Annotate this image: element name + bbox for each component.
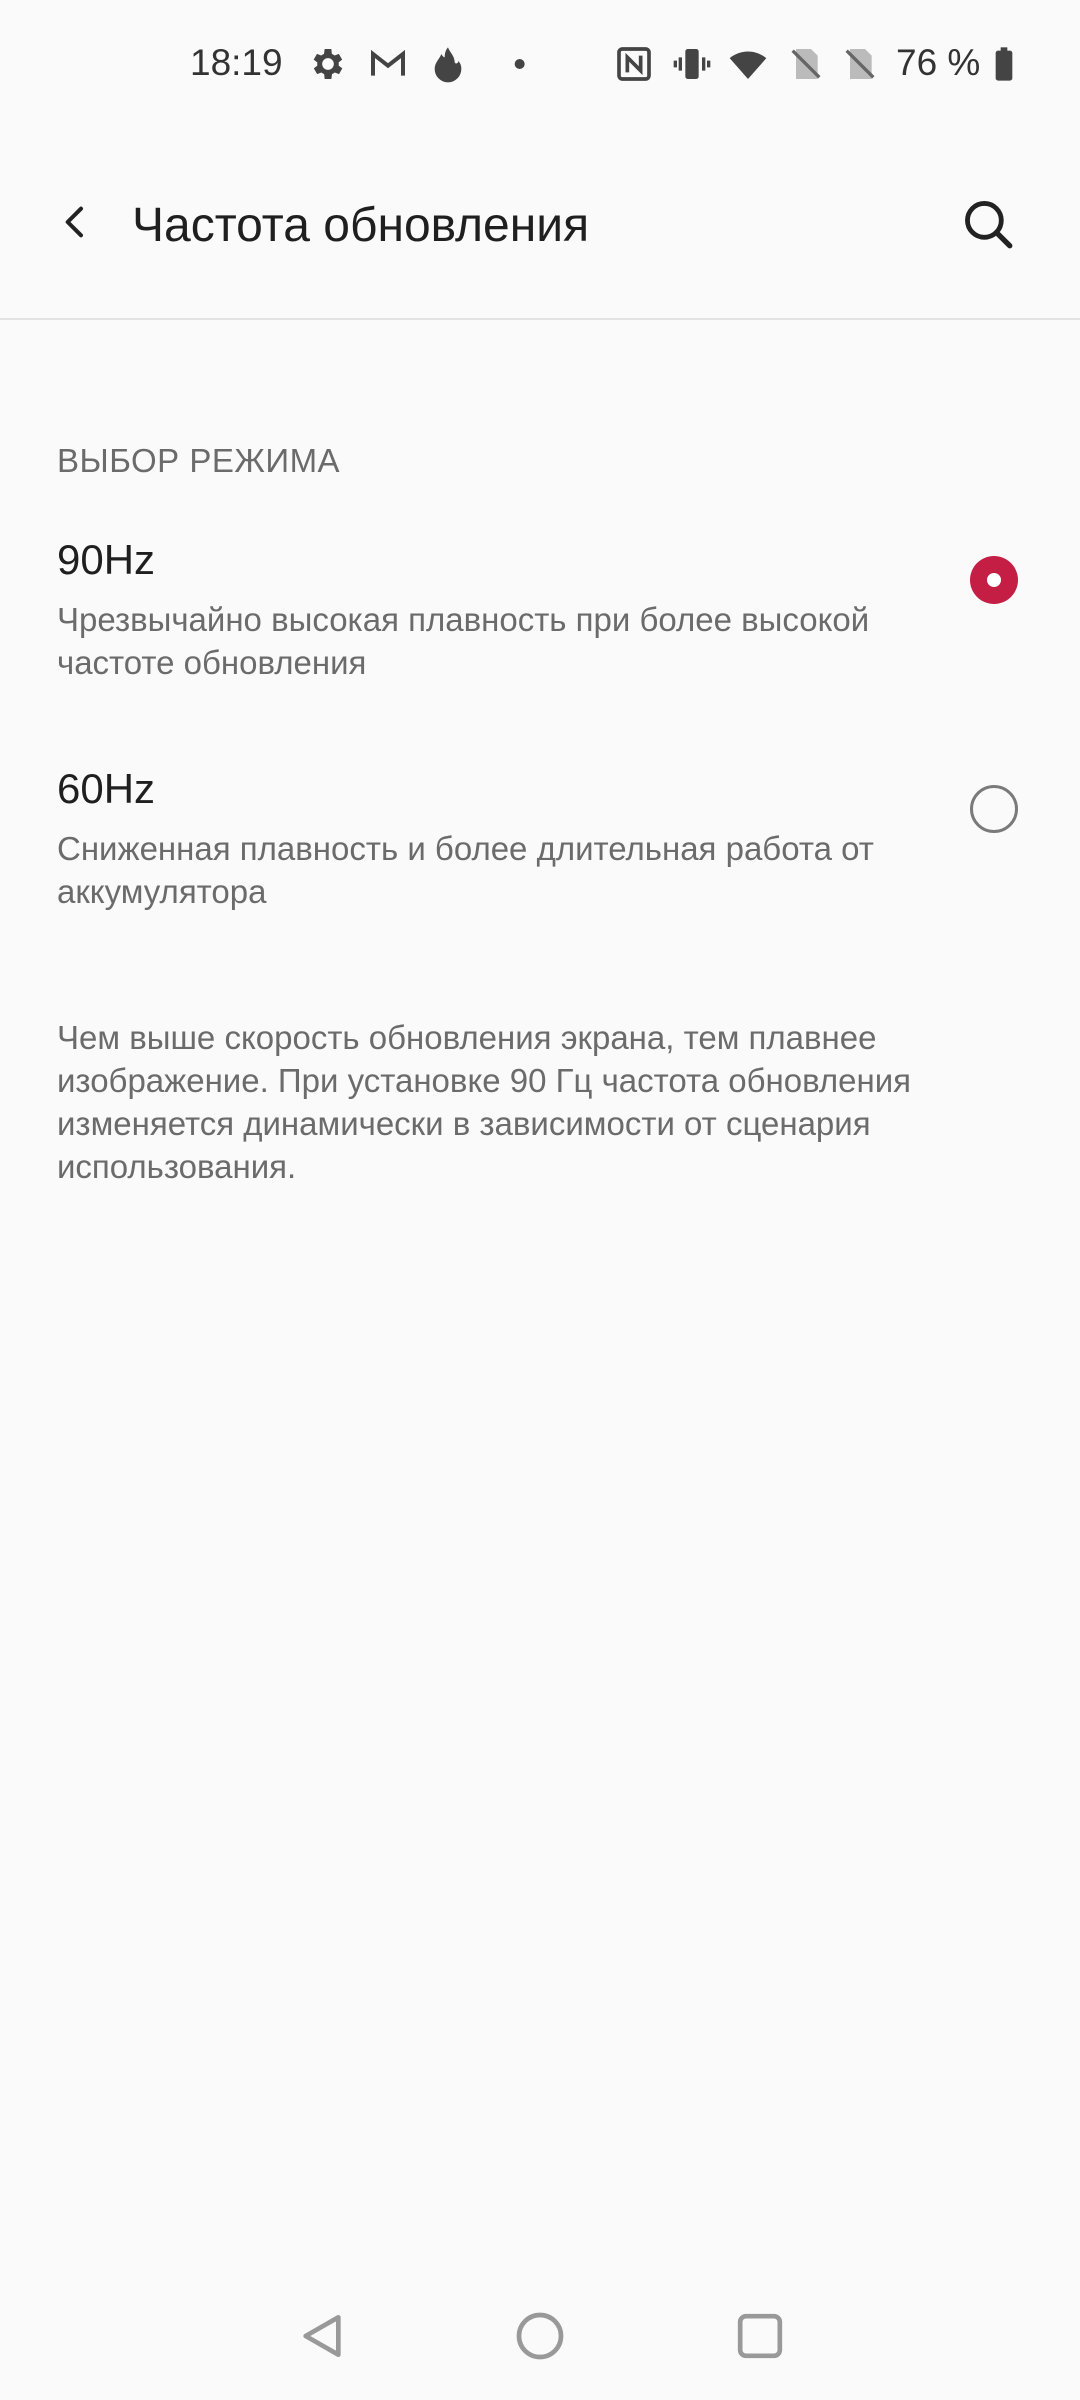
- search-button[interactable]: [948, 184, 1028, 264]
- back-button[interactable]: [40, 186, 112, 258]
- battery-icon: [995, 47, 1013, 81]
- option-60hz[interactable]: 60Hz Сниженная плавность и более длитель…: [0, 765, 1080, 935]
- footer-note: Чем выше скорость обновления экрана, тем…: [57, 1019, 912, 1185]
- radio-60hz[interactable]: [970, 785, 1018, 833]
- page-title: Частота обновления: [132, 199, 590, 252]
- option-title: 60Hz: [57, 765, 156, 812]
- no-sim-icon: [791, 49, 821, 79]
- navigation-bar: [0, 2270, 1080, 2400]
- fire-icon: [434, 47, 462, 83]
- wifi-icon: [729, 51, 767, 79]
- radio-90hz[interactable]: [970, 556, 1018, 604]
- app-bar: Частота обновления: [0, 128, 1080, 320]
- gmail-icon: [371, 49, 405, 76]
- status-bar: 18:19 76 %: [0, 0, 1080, 128]
- option-90hz[interactable]: 90Hz Чрезвычайно высокая плавность при б…: [0, 536, 1080, 706]
- status-time: 18:19: [190, 42, 283, 83]
- vibrate-icon: [673, 49, 711, 79]
- back-arrow-icon: [65, 206, 83, 238]
- search-icon: [965, 201, 1013, 249]
- battery-percent: 76 %: [896, 42, 981, 83]
- nav-back-icon[interactable]: [294, 2308, 350, 2364]
- nfc-icon: [617, 47, 651, 81]
- nav-home-icon[interactable]: [512, 2308, 568, 2364]
- dot-icon: [514, 59, 525, 69]
- gear-icon: [313, 49, 343, 79]
- option-description: Сниженная плавность и более длительная р…: [57, 830, 874, 910]
- option-title: 90Hz: [57, 536, 156, 583]
- section-header: ВЫБОР РЕЖИМА: [57, 442, 341, 479]
- no-sim-icon: [845, 49, 875, 79]
- nav-recents-icon[interactable]: [732, 2308, 788, 2364]
- option-description: Чрезвычайно высокая плавность при более …: [57, 601, 870, 681]
